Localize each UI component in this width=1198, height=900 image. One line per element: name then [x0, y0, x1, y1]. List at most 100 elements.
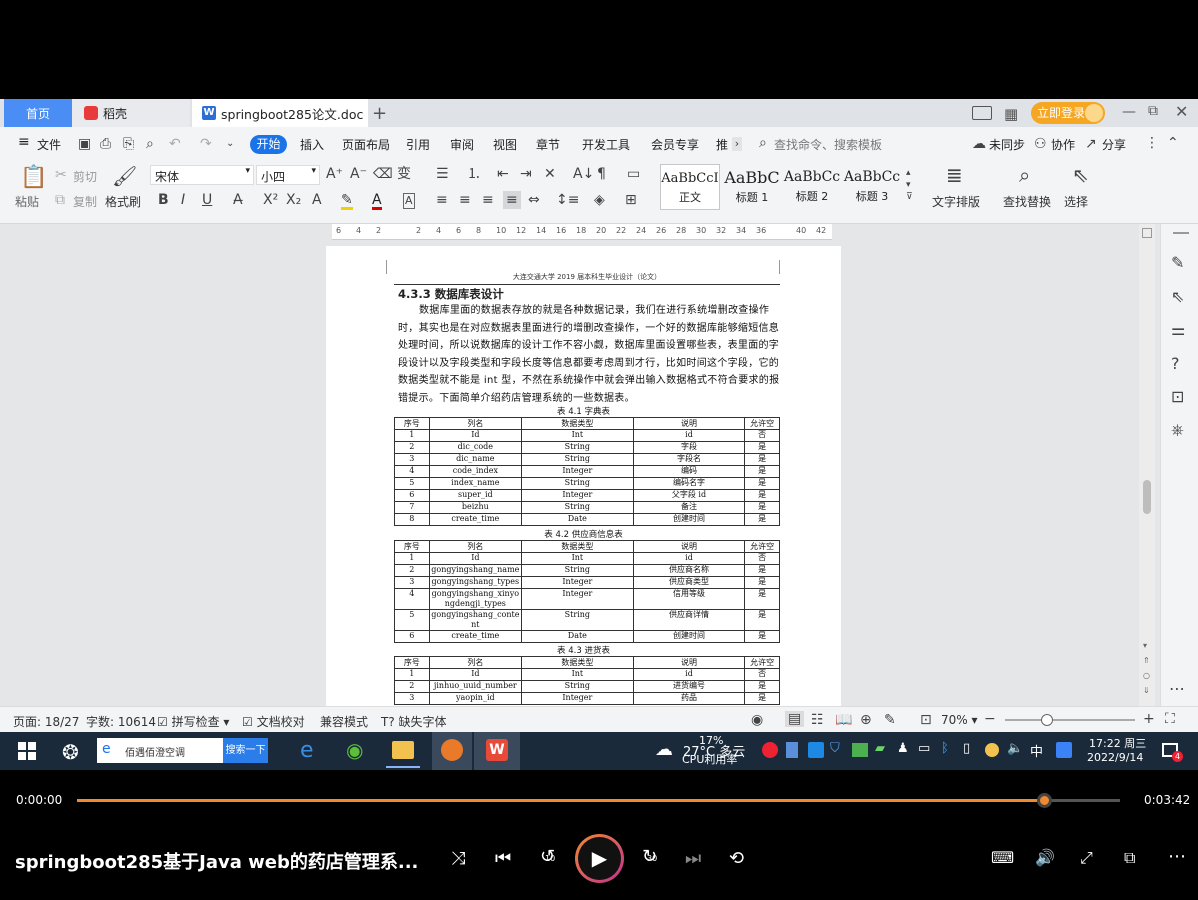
select-button[interactable]: 选择 — [1064, 193, 1088, 210]
skip-forward-icon[interactable]: ↻ 30 — [642, 846, 657, 867]
taskbar-search-button[interactable]: 搜索一下 — [223, 738, 268, 763]
font-color-icon[interactable]: A — [372, 193, 382, 210]
horizontal-ruler[interactable]: 6 4 2 2 4 6 8 10 12 14 16 18 20 22 24 26 28 30 32 34 36 40 42 — [332, 224, 832, 240]
share-cloud-icon[interactable]: ⎈ — [1171, 422, 1184, 438]
paste-icon[interactable]: 📋 — [20, 167, 47, 189]
collab-button[interactable]: 协作 — [1051, 136, 1075, 153]
subtitles-icon[interactable]: ⌨ — [991, 848, 1014, 867]
mini-player-icon[interactable]: ⧉ — [1124, 848, 1135, 868]
file-menu[interactable]: 文件 — [37, 136, 61, 153]
distribute-icon[interactable]: ⇔ — [528, 193, 540, 207]
more-options-icon[interactable]: ⋯ — [1169, 681, 1185, 697]
more-options-icon[interactable]: ⋯ — [1168, 846, 1186, 867]
edit-icon[interactable]: ✎ — [1171, 255, 1184, 271]
style-heading2[interactable]: AaBbCc 标题 2 — [782, 164, 842, 210]
volume-icon[interactable]: 🔊 — [1035, 848, 1055, 867]
copy-icon[interactable]: ⧉ — [55, 193, 65, 207]
web-view-icon[interactable]: ⊕ — [860, 713, 872, 727]
tab-view[interactable]: 视图 — [493, 136, 517, 153]
vertical-scrollbar[interactable]: ▾ ⇑ ○ ⇓ — [1139, 224, 1155, 706]
more-icon[interactable]: ⋮ — [1145, 136, 1159, 150]
tray-app-icon[interactable] — [985, 743, 999, 757]
shrink-font-icon[interactable]: A⁻ — [350, 167, 367, 181]
chevron-right-icon[interactable]: › — [732, 137, 742, 151]
fullscreen-icon[interactable]: ⤢ — [1080, 848, 1093, 868]
bluetooth-icon[interactable]: ᛒ — [941, 741, 949, 756]
shield-icon[interactable]: ⛉ — [830, 741, 840, 756]
battery-icon[interactable]: ▭ — [918, 741, 930, 756]
highlight-icon[interactable]: ✎ — [341, 193, 353, 210]
previous-icon[interactable]: ⏮ — [495, 848, 511, 869]
superscript-icon[interactable]: X² — [263, 193, 278, 207]
find-replace-button[interactable]: 查找替换 — [1003, 193, 1051, 210]
page-indicator[interactable]: 页面: 18/27 — [13, 713, 79, 730]
output-pdf-icon[interactable]: ⎙ — [100, 137, 111, 151]
clock-time[interactable]: 17:22 周三 — [1089, 735, 1146, 751]
eye-protect-icon[interactable]: ◉ — [751, 713, 763, 727]
apps-grid-icon[interactable]: ▦ — [1004, 105, 1018, 123]
ie-icon[interactable]: e — [300, 738, 314, 763]
zoom-level-select[interactable]: 70% ▾ — [941, 713, 978, 727]
tab-daoke[interactable]: 稻壳 — [72, 99, 190, 127]
select-icon[interactable]: ⇖ — [1171, 289, 1184, 305]
tab-page-layout[interactable]: 页面布局 — [342, 136, 390, 153]
align-left-icon[interactable]: ≡ — [436, 193, 448, 207]
numbered-list-icon[interactable]: ⒈ — [467, 167, 481, 181]
print-icon[interactable]: ⎘ — [123, 137, 134, 151]
cut-button[interactable]: 剪切 — [73, 168, 97, 185]
ime-indicator[interactable]: 中 — [1030, 741, 1043, 760]
zoom-out-icon[interactable]: − — [984, 712, 996, 726]
paste-button[interactable]: 粘贴 — [15, 193, 39, 210]
sort-icon[interactable]: A↓ — [573, 167, 594, 181]
tray-app-icon[interactable] — [786, 742, 798, 758]
font-size-select[interactable]: 小四 ▾ — [256, 165, 320, 185]
find-replace-icon[interactable]: ⌕ — [1019, 165, 1030, 185]
tab-home[interactable]: 首页 — [4, 99, 72, 127]
doc-proof-button[interactable]: ☑ 文档校对 — [242, 713, 305, 730]
style-normal[interactable]: AaBbCcI 正文 — [660, 164, 720, 210]
text-effect-icon[interactable]: A — [312, 193, 322, 207]
wps-app-button[interactable]: W — [474, 732, 520, 770]
font-name-select[interactable]: 宋体 ▾ — [150, 165, 254, 185]
command-search-input[interactable]: 查找命令、搜索模板 — [774, 136, 882, 153]
tab-recommend[interactable]: 推 — [716, 136, 728, 153]
settings-sliders-icon[interactable]: ⚌ — [1171, 322, 1185, 338]
tab-review[interactable]: 审阅 — [450, 136, 474, 153]
hamburger-icon[interactable]: ≡ — [18, 134, 30, 150]
table-tool-icon[interactable]: ▭ — [627, 167, 640, 181]
zoom-in-icon[interactable]: + — [1143, 712, 1155, 726]
help-icon[interactable]: ? — [1171, 356, 1180, 372]
strikethrough-icon[interactable]: A̶ — [233, 193, 243, 207]
text-layout-button[interactable]: 文字排版 — [932, 193, 980, 210]
page-view-icon[interactable]: ▤ — [785, 711, 805, 727]
document-page[interactable]: 大连交通大学 2019 届本科生毕业设计（论文） 4.3.3 数据库表设计 数据… — [326, 246, 841, 706]
qq-icon[interactable]: ♟ — [897, 741, 909, 756]
subscript-icon[interactable]: X₂ — [286, 193, 301, 207]
close-button[interactable]: ✕ — [1175, 102, 1188, 121]
next-icon[interactable]: ⏭ — [685, 848, 701, 869]
volume-icon[interactable]: 🔈 — [1007, 741, 1023, 756]
tab-developer[interactable]: 开发工具 — [582, 136, 630, 153]
shuffle-icon[interactable]: ⤨ — [451, 848, 465, 869]
increase-indent-icon[interactable]: ⇥ — [520, 167, 532, 181]
tray-app-icon[interactable] — [762, 742, 778, 758]
tray-app-icon[interactable] — [808, 742, 824, 758]
select-cursor-icon[interactable]: ⇖ — [1072, 165, 1089, 185]
outline-view-icon[interactable]: ☷ — [811, 713, 824, 727]
redo-icon[interactable]: ↷ — [200, 137, 212, 151]
tab-member[interactable]: 会员专享 — [651, 136, 699, 153]
word-count[interactable]: 字数: 10614 — [86, 713, 156, 730]
print-preview-icon[interactable]: ⌕ — [146, 137, 154, 151]
windows-start-icon[interactable] — [18, 742, 36, 760]
repeat-off-icon[interactable]: ⟲ — [729, 848, 744, 869]
reading-view-icon[interactable]: 📖 — [835, 713, 852, 727]
italic-icon[interactable]: I — [181, 193, 185, 207]
shading-icon[interactable]: ◈ — [594, 193, 605, 207]
app-360-icon[interactable]: ❂ — [62, 740, 79, 764]
sync-status[interactable]: 未同步 — [989, 136, 1025, 153]
decrease-indent-icon[interactable]: ⇤ — [497, 167, 509, 181]
taskbar-search-input[interactable]: e 佰遇佰澄空调 — [97, 738, 223, 763]
seek-bar[interactable] — [77, 793, 1120, 808]
justify-icon[interactable]: ≡ — [503, 191, 521, 209]
text-layout-icon[interactable]: ≣ — [946, 165, 963, 185]
